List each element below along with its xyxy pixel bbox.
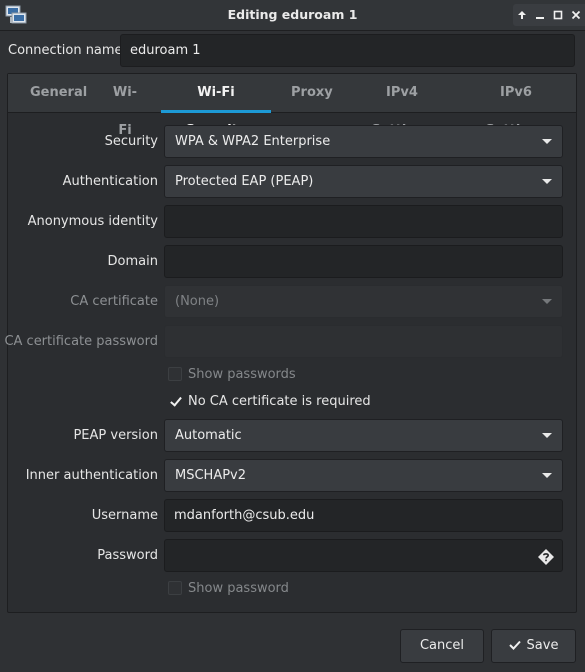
inner-authentication-select[interactable]: MSCHAPv2 bbox=[164, 459, 563, 492]
window-maximize-icon[interactable] bbox=[549, 4, 567, 26]
inner-authentication-value: MSCHAPv2 bbox=[175, 468, 247, 483]
tab-proxy[interactable]: Proxy bbox=[291, 74, 333, 112]
peap-version-select[interactable]: Automatic bbox=[164, 419, 563, 452]
chevron-down-icon bbox=[542, 433, 552, 438]
close-icon[interactable] bbox=[567, 4, 585, 26]
window-controls bbox=[513, 4, 585, 26]
authentication-label: Authentication bbox=[62, 174, 158, 189]
show-password-checkbox-row: Show password bbox=[168, 579, 289, 597]
show-passwords-label: Show passwords bbox=[188, 366, 296, 382]
save-button[interactable]: Save bbox=[491, 629, 576, 663]
checkmark-icon bbox=[508, 631, 521, 663]
ca-certificate-select: (None) bbox=[164, 285, 563, 318]
show-passwords-checkbox-row: Show passwords bbox=[168, 365, 296, 383]
chevron-down-icon bbox=[542, 299, 552, 304]
inner-authentication-label: Inner authentication bbox=[25, 468, 158, 483]
window-minimize-icon[interactable] bbox=[531, 4, 549, 26]
tab-ipv4-settings[interactable]: IPv4 Settings bbox=[360, 74, 444, 138]
show-password-label: Show password bbox=[188, 580, 289, 596]
show-passwords-checkbox bbox=[168, 367, 182, 381]
security-select[interactable]: WPA & WPA2 Enterprise bbox=[164, 125, 563, 158]
cancel-button-label: Cancel bbox=[419, 638, 465, 653]
chevron-down-icon bbox=[542, 139, 552, 144]
no-ca-required-checkbox[interactable] bbox=[168, 394, 182, 408]
tab-bar: General Wi-Fi Wi-Fi Security Proxy IPv4 … bbox=[8, 74, 576, 138]
connection-name-label: Connection name bbox=[8, 43, 123, 58]
domain-label: Domain bbox=[107, 254, 158, 269]
ca-certificate-label: CA certificate bbox=[70, 294, 158, 309]
ca-certificate-value: (None) bbox=[175, 294, 220, 309]
password-label: Password bbox=[97, 548, 158, 563]
tab-general[interactable]: General bbox=[30, 74, 87, 112]
domain-input[interactable] bbox=[164, 245, 563, 278]
security-label: Security bbox=[104, 134, 158, 149]
anonymous-identity-input[interactable] bbox=[164, 205, 563, 238]
peap-version-value: Automatic bbox=[175, 428, 242, 443]
password-input[interactable] bbox=[164, 539, 563, 572]
save-button-label: Save bbox=[526, 638, 559, 653]
tab-wifi-security[interactable]: Wi-Fi Security bbox=[161, 74, 271, 138]
window-title: Editing eduroam 1 bbox=[227, 7, 358, 22]
show-password-checkbox bbox=[168, 581, 182, 595]
peap-version-label: PEAP version bbox=[73, 428, 158, 443]
security-value: WPA & WPA2 Enterprise bbox=[175, 134, 331, 149]
ca-certificate-password-label: CA certificate password bbox=[4, 334, 158, 349]
question-diamond-icon[interactable] bbox=[537, 547, 555, 578]
chevron-down-icon bbox=[542, 473, 552, 478]
title-bar: Editing eduroam 1 bbox=[0, 0, 585, 31]
chevron-down-icon bbox=[542, 179, 552, 184]
connection-name-input[interactable]: eduroam 1 bbox=[120, 34, 575, 67]
no-ca-required-checkbox-row[interactable]: No CA certificate is required bbox=[168, 392, 371, 410]
username-input[interactable]: mdanforth@csub.edu bbox=[164, 499, 563, 532]
tab-wifi[interactable]: Wi-Fi bbox=[108, 74, 142, 138]
cancel-button[interactable]: Cancel bbox=[400, 629, 484, 663]
tab-ipv6-settings[interactable]: IPv6 Settings bbox=[474, 74, 558, 138]
authentication-select[interactable]: Protected EAP (PEAP) bbox=[164, 165, 563, 198]
ca-certificate-password-input bbox=[164, 325, 563, 358]
arrow-up-icon[interactable] bbox=[513, 4, 531, 26]
no-ca-required-label[interactable]: No CA certificate is required bbox=[188, 394, 371, 409]
authentication-value: Protected EAP (PEAP) bbox=[175, 174, 314, 189]
anonymous-identity-label: Anonymous identity bbox=[27, 214, 158, 229]
username-label: Username bbox=[91, 508, 158, 523]
